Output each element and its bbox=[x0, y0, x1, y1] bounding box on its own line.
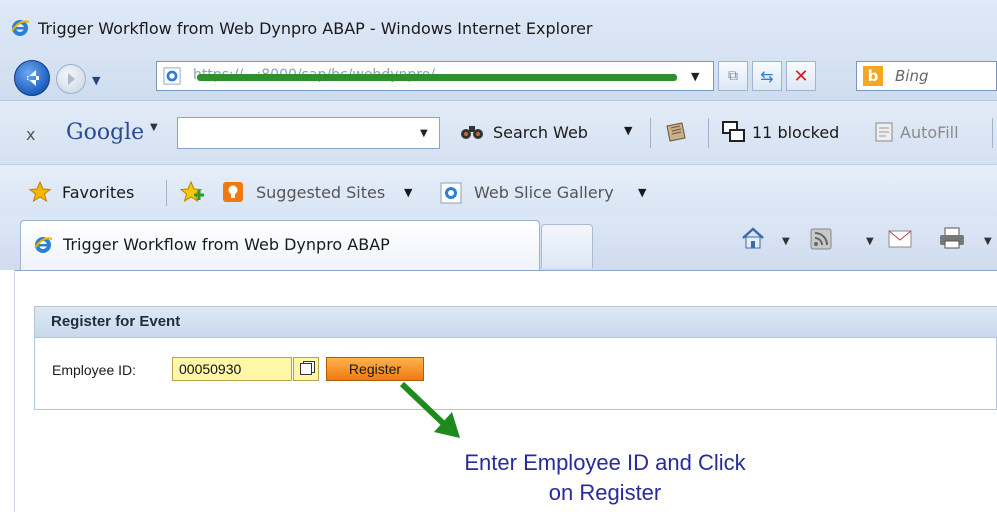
toolbar-separator bbox=[650, 118, 651, 148]
ie-icon bbox=[34, 237, 53, 253]
panel-header: Register for Event bbox=[35, 307, 997, 338]
ie-icon bbox=[11, 20, 30, 36]
news-icon[interactable] bbox=[664, 120, 688, 144]
google-search-input[interactable]: ▼ bbox=[177, 117, 440, 149]
popups-blocked-button[interactable]: 11 blocked bbox=[752, 123, 839, 142]
popup-blocked-icon bbox=[722, 121, 745, 142]
favorites-button[interactable]: Favorites bbox=[62, 183, 134, 202]
address-bar[interactable]: https://...:8000/sap/bc/webdynpro/... ▼ bbox=[156, 61, 714, 91]
star-icon bbox=[28, 180, 52, 203]
refresh-button[interactable]: ⇆ bbox=[752, 61, 782, 91]
close-toolbar-button[interactable]: x bbox=[26, 125, 35, 144]
employee-id-label: Employee ID: bbox=[52, 362, 137, 378]
window-title: Trigger Workflow from Web Dynpro ABAP - … bbox=[38, 19, 593, 38]
search-web-dropdown[interactable]: ▼ bbox=[624, 124, 632, 137]
url-redaction bbox=[197, 74, 677, 81]
add-favorite-icon[interactable] bbox=[180, 180, 206, 204]
google-menu-dropdown[interactable]: ▼ bbox=[150, 122, 158, 133]
tab-label: Trigger Workflow from Web Dynpro ABAP bbox=[63, 235, 390, 254]
web-slice-dropdown[interactable]: ▼ bbox=[638, 186, 646, 199]
suggested-sites-button[interactable]: Suggested Sites bbox=[256, 183, 385, 202]
ie-window: Trigger Workflow from Web Dynpro ABAP - … bbox=[0, 0, 997, 512]
tab-trigger-workflow[interactable]: Trigger Workflow from Web Dynpro ABAP bbox=[20, 220, 540, 270]
autofill-button[interactable]: AutoFill bbox=[900, 123, 959, 142]
value-help-button[interactable] bbox=[293, 357, 319, 381]
feeds-dropdown[interactable]: ▼ bbox=[866, 236, 874, 247]
value-help-icon-front bbox=[300, 363, 312, 375]
annotation-arrow bbox=[399, 381, 460, 438]
stop-icon: ✕ bbox=[793, 65, 809, 87]
refresh-icon: ⇆ bbox=[760, 66, 774, 86]
google-logo[interactable]: Google bbox=[66, 120, 144, 145]
compatibility-view-button[interactable]: ⧉ bbox=[718, 61, 748, 91]
search-web-button[interactable]: Search Web bbox=[493, 123, 588, 142]
back-icon bbox=[27, 70, 39, 86]
web-slice-icon bbox=[440, 182, 462, 204]
google-search-dropdown[interactable]: ▼ bbox=[420, 128, 428, 139]
ie-page-icon bbox=[163, 67, 181, 85]
annotation-line-1: Enter Employee ID and Click bbox=[464, 450, 746, 475]
suggested-sites-icon bbox=[223, 182, 243, 202]
new-tab-button[interactable] bbox=[541, 224, 593, 268]
mail-icon[interactable] bbox=[888, 230, 912, 248]
content-frame-edge bbox=[0, 270, 15, 512]
compatibility-icon: ⧉ bbox=[728, 68, 738, 84]
web-slice-gallery-button[interactable]: Web Slice Gallery bbox=[474, 183, 614, 202]
bing-icon: b bbox=[863, 66, 883, 86]
stop-button[interactable]: ✕ bbox=[786, 61, 816, 91]
recent-pages-dropdown[interactable]: ▼ bbox=[92, 74, 100, 87]
employee-id-input[interactable]: 00050930 bbox=[172, 357, 292, 381]
rss-icon[interactable] bbox=[810, 228, 832, 250]
home-dropdown[interactable]: ▼ bbox=[782, 236, 790, 247]
print-dropdown[interactable]: ▼ bbox=[984, 236, 992, 247]
favorites-separator bbox=[166, 180, 167, 206]
annotation-text: Enter Employee ID and Click on Register bbox=[400, 448, 810, 508]
home-icon[interactable] bbox=[740, 226, 766, 250]
toolbar-separator bbox=[708, 118, 709, 148]
search-box[interactable]: b Bing bbox=[856, 61, 997, 91]
back-button[interactable] bbox=[14, 60, 50, 96]
forward-button[interactable] bbox=[56, 64, 86, 94]
toolbar-separator bbox=[992, 118, 993, 148]
title-bar: Trigger Workflow from Web Dynpro ABAP - … bbox=[0, 0, 997, 50]
suggested-sites-dropdown[interactable]: ▼ bbox=[404, 186, 412, 199]
search-placeholder: Bing bbox=[895, 67, 929, 85]
panel-title: Register for Event bbox=[51, 313, 181, 330]
autofill-icon bbox=[875, 122, 893, 142]
binoculars-icon bbox=[461, 126, 483, 139]
print-icon[interactable] bbox=[938, 226, 966, 250]
address-dropdown[interactable]: ▼ bbox=[691, 70, 699, 83]
annotation-line-2: on Register bbox=[548, 480, 662, 505]
forward-icon bbox=[68, 73, 75, 85]
